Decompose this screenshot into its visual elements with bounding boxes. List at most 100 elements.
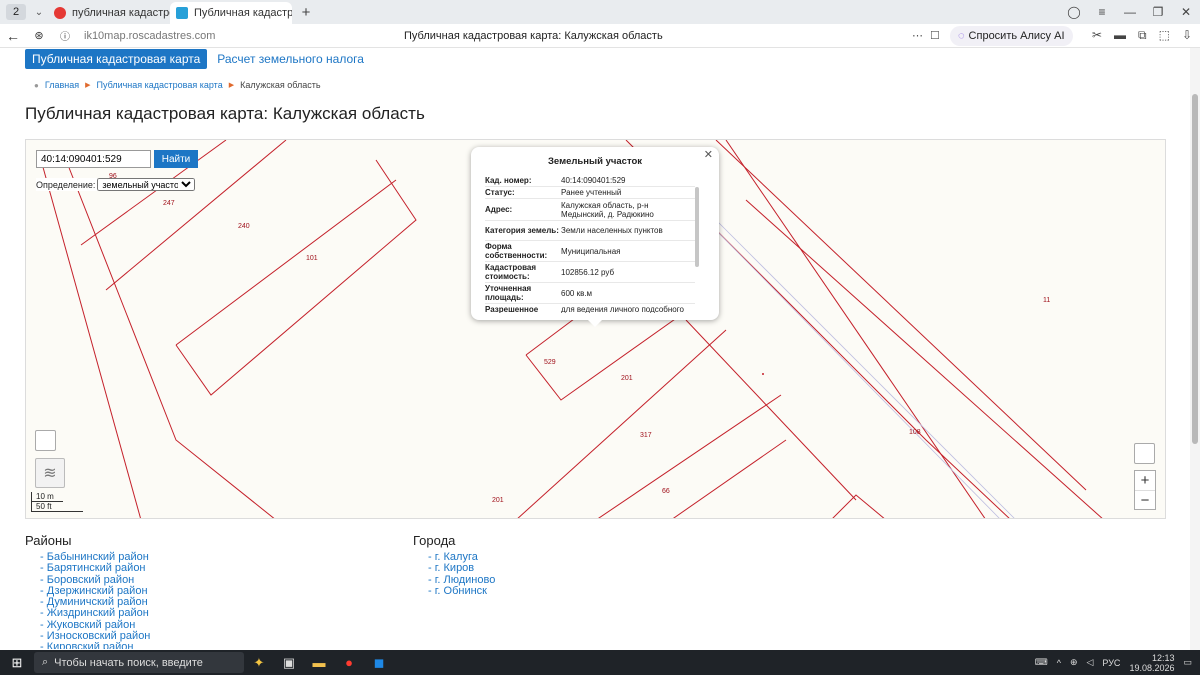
- parcel-label: 66: [662, 488, 670, 495]
- table-row: Разрешенное для ведения личного подсобно…: [485, 304, 695, 313]
- clock-date: 19.08.2026: [1129, 662, 1175, 673]
- keyboard-icon[interactable]: ⌨: [1035, 657, 1048, 668]
- row-value: 600 кв.м: [561, 288, 593, 298]
- zoom-out-icon[interactable]: −: [1135, 490, 1155, 509]
- tab-counter[interactable]: 2: [6, 4, 26, 20]
- cadastre-map-button[interactable]: Публичная кадастровая карта: [25, 49, 208, 69]
- locate-button[interactable]: [1134, 443, 1155, 464]
- parcel-label: 317: [640, 432, 652, 439]
- definition-control: Определение: земельный участок: [36, 178, 196, 191]
- restore-icon[interactable]: ❐: [1144, 5, 1172, 19]
- popup-scrollbar[interactable]: [695, 183, 700, 313]
- back-icon[interactable]: ←: [0, 28, 26, 44]
- row-value: Муниципальная: [561, 246, 621, 256]
- system-tray: ⌨ ^ ⊕ ◁ РУС 12:13 19.08.2026 ▭: [1035, 650, 1192, 675]
- language-indicator[interactable]: РУС: [1102, 658, 1120, 668]
- tools-icon[interactable]: ✂: [1092, 28, 1102, 43]
- tab-title: Публичная кадастрова: [194, 7, 292, 19]
- file-explorer-icon[interactable]: ▬: [304, 655, 334, 670]
- table-row: Кадастровая стоимость: 102856.12 руб: [485, 262, 695, 283]
- notifications-icon[interactable]: ▭: [1183, 657, 1192, 668]
- tab-cadastre-2[interactable]: Публичная кадастрова ✕: [170, 2, 292, 24]
- table-row: Уточненная площадь: 600 кв.м: [485, 283, 695, 304]
- volume-icon[interactable]: ◁: [1086, 657, 1093, 668]
- downloads-icon[interactable]: ⇩: [1182, 28, 1192, 43]
- parcel-label: 247: [163, 200, 175, 207]
- clock[interactable]: 12:13 19.08.2026: [1129, 653, 1174, 673]
- zoom-in-icon[interactable]: +: [1135, 471, 1155, 490]
- extensions-icon[interactable]: ⧉: [1138, 28, 1147, 43]
- row-key: Кадастровая стоимость:: [485, 263, 537, 281]
- shield-icon[interactable]: ⊛: [26, 29, 52, 42]
- breadcrumb: ● Главная ▶ Публичная кадастровая карта …: [34, 80, 321, 90]
- layers-icon[interactable]: ≋: [35, 458, 65, 488]
- popup-title: Земельный участок: [547, 156, 643, 167]
- regions-list: Бабынинский район Барятинский район Боро…: [40, 551, 151, 649]
- network-icon[interactable]: ⊕: [1070, 657, 1078, 668]
- city-link[interactable]: г. Обнинск: [428, 585, 495, 597]
- search-icon: ⌕: [42, 656, 49, 668]
- site-nav: Публичная кадастровая карта Расчет земел…: [25, 49, 364, 69]
- url-field[interactable]: ik10map.roscadastres.com: [84, 30, 215, 42]
- breadcrumb-map[interactable]: Публичная кадастровая карта: [97, 80, 223, 90]
- row-key: Категория земель:: [485, 226, 559, 235]
- chevron-down-icon[interactable]: ⌄: [30, 4, 48, 20]
- close-window-icon[interactable]: ✕: [1172, 5, 1200, 19]
- region-link[interactable]: Износковский район: [40, 630, 151, 642]
- tab-cadastre-1[interactable]: публичная кадастровая к: [48, 2, 170, 24]
- windows-start-icon[interactable]: ⊞: [0, 655, 34, 671]
- chevron-right-icon: ▶: [228, 82, 235, 89]
- cadastral-map[interactable]: 96 247 240 101 529 201 317 66 201 108 11…: [25, 139, 1166, 519]
- row-value: Калужская область, р-н Медынский, д. Рад…: [561, 200, 654, 219]
- cadastral-number-input[interactable]: [36, 150, 151, 168]
- close-icon[interactable]: ✕: [704, 148, 713, 161]
- windows-taskbar: ⊞ ⌕ Чтобы начать поиск, введите ✦ ▣ ▬ ● …: [0, 650, 1200, 675]
- browser-tabbar: 2 ⌄ публичная кадастровая к Публичная ка…: [0, 0, 1200, 24]
- land-tax-link[interactable]: Расчет земельного налога: [217, 52, 364, 66]
- outlook-icon[interactable]: ◼: [364, 655, 394, 671]
- new-tab-icon[interactable]: +: [296, 4, 316, 21]
- chevron-up-icon[interactable]: ^: [1057, 658, 1061, 668]
- alisa-label: Спросить Алису AI: [968, 30, 1065, 42]
- sidebar-icon[interactable]: ⬚: [1159, 28, 1170, 43]
- breadcrumb-home[interactable]: Главная: [45, 80, 79, 90]
- address-page-title: Публичная кадастровая карта: Калужская о…: [404, 30, 663, 42]
- clock-time: 12:13: [1151, 652, 1175, 663]
- lock-icon[interactable]: ⓘ: [52, 28, 78, 43]
- profile-icon[interactable]: ◯: [1060, 5, 1088, 19]
- yandex-browser-icon[interactable]: ●: [334, 655, 364, 670]
- taskbar-search[interactable]: ⌕ Чтобы начать поиск, введите: [34, 652, 244, 673]
- minimize-icon[interactable]: —: [1116, 5, 1144, 19]
- row-key: Разрешенное: [485, 305, 539, 313]
- task-view-icon[interactable]: ▣: [274, 655, 304, 671]
- toolbar-icons: ✂ ▬ ⧉ ⬚ ⇩: [1092, 28, 1192, 43]
- scroll-thumb[interactable]: [1192, 94, 1198, 444]
- parcel-label: 529: [544, 359, 556, 366]
- city-link[interactable]: г. Киров: [428, 563, 495, 574]
- ask-alisa-button[interactable]: ◌ Спросить Алису AI: [950, 26, 1073, 46]
- scale-feet: 50 ft: [31, 502, 83, 512]
- scroll-thumb[interactable]: [695, 187, 699, 267]
- row-value: Земли населенных пунктов: [561, 226, 663, 235]
- copilot-icon[interactable]: ✦: [244, 655, 274, 671]
- more-icon[interactable]: ⋯: [912, 29, 923, 42]
- definition-select[interactable]: земельный участок: [97, 178, 196, 191]
- bookmark-icon[interactable]: ☐: [930, 29, 940, 42]
- page-scrollbar[interactable]: [1190, 48, 1200, 650]
- menu-icon[interactable]: ≡: [1088, 5, 1116, 19]
- table-row: Адрес: Калужская область, р-н Медынский,…: [485, 199, 695, 221]
- chevron-right-icon: ▶: [85, 82, 91, 89]
- region-link[interactable]: Кировский район: [40, 642, 150, 649]
- row-key: Статус:: [485, 188, 515, 197]
- bullet-icon: ●: [34, 80, 39, 90]
- cities-section: Города г. Калуга г. Киров г. Людиново г.…: [413, 533, 495, 597]
- table-row: Кад. номер: 40:14:090401:529: [485, 175, 695, 187]
- zoom-control: + −: [1134, 470, 1156, 510]
- parcel-label: 11: [1043, 297, 1050, 304]
- taskbar-search-placeholder: Чтобы начать поиск, введите: [54, 656, 203, 669]
- scale-bar: 10 m 50 ft: [31, 492, 83, 512]
- find-button[interactable]: Найти: [154, 150, 198, 168]
- wallet-icon[interactable]: ▬: [1114, 28, 1126, 43]
- fullscreen-button[interactable]: [35, 430, 56, 451]
- region-link[interactable]: Барятинский район: [40, 563, 150, 574]
